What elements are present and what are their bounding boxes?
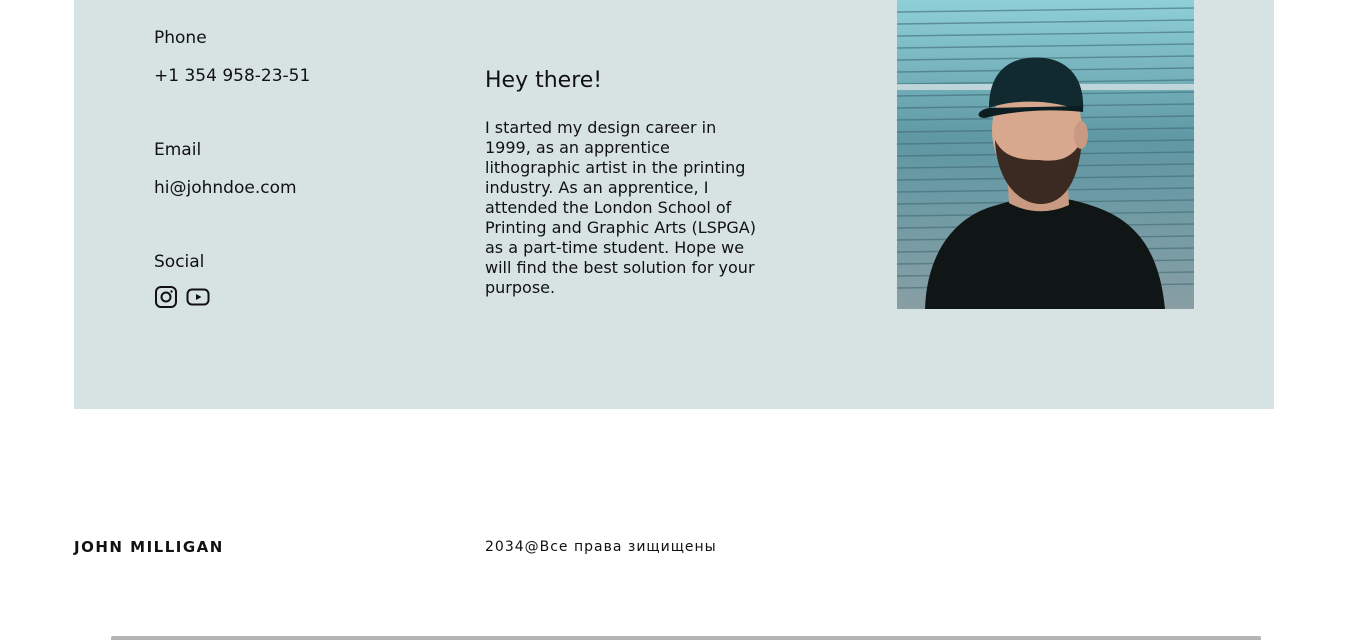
phone-label: Phone [154,28,207,48]
instagram-icon [155,286,177,308]
social-label: Social [154,252,205,272]
about-section: Hey there! I started my design career in… [485,68,765,298]
phone-link[interactable]: +1 354 958-23-51 [154,66,310,86]
youtube-link[interactable] [186,285,210,309]
instagram-link[interactable] [154,285,178,309]
about-text: I started my design career in 1999, as a… [485,118,756,297]
email-link[interactable]: hi@johndoe.com [154,178,297,198]
page: Phone +1 354 958-23-51 Email hi@johndoe.… [0,0,1352,640]
profile-photo [897,0,1194,309]
portrait-image [897,0,1194,309]
social-icons [154,285,210,309]
about-heading: Hey there! [485,68,603,93]
horizontal-scrollbar[interactable] [111,636,1261,640]
youtube-icon [186,288,210,306]
footer-brand-name[interactable]: JOHN MILLIGAN [74,538,224,556]
footer-copyright: 2034@Все права зищищены [485,539,717,555]
contact-panel: Phone +1 354 958-23-51 Email hi@johndoe.… [74,0,1274,409]
email-label: Email [154,140,202,160]
